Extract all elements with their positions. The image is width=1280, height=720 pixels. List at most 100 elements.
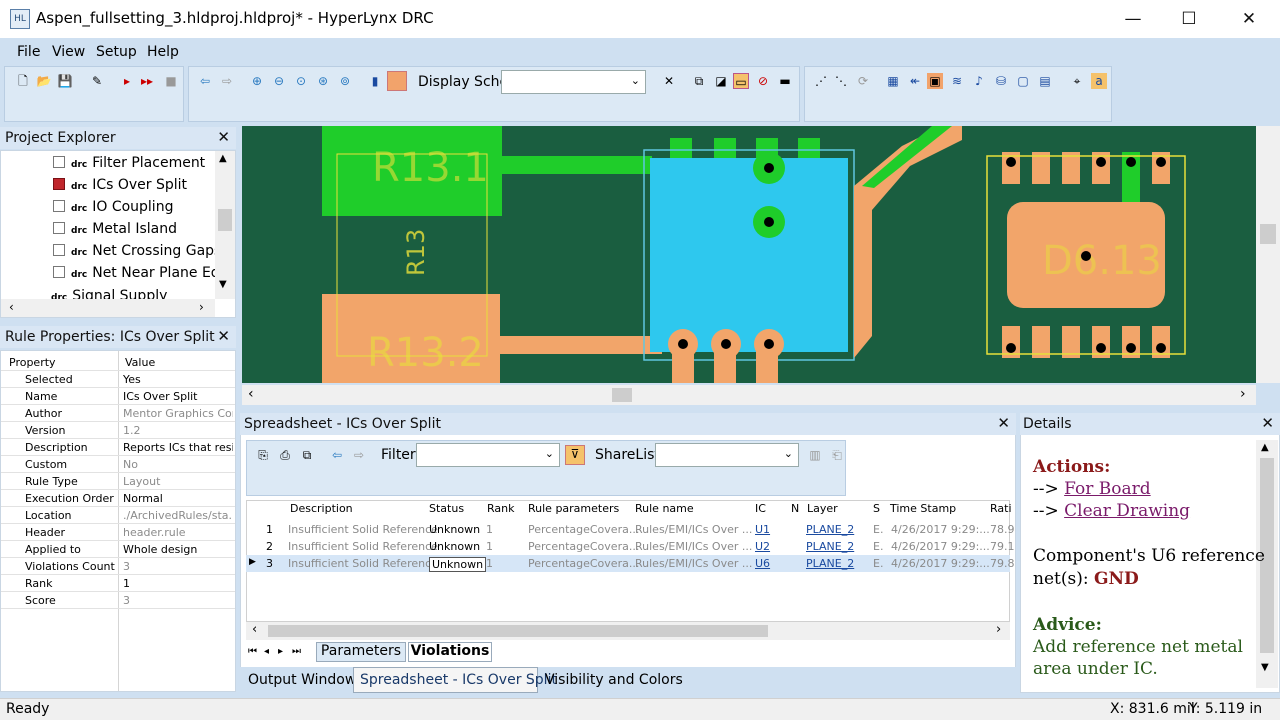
property-row[interactable]: Applied to Whole design [1, 541, 235, 558]
property-row[interactable]: Selected Yes [1, 371, 235, 388]
tab-spreadsheet-active[interactable]: Spreadsheet - ICs Over Split [353, 667, 557, 693]
cell-ic[interactable]: U1 [755, 523, 770, 536]
tree-item-net-near-plane-edge[interactable]: drc Net Near Plane Edg [53, 265, 229, 287]
tab-violations[interactable]: Violations [408, 642, 492, 662]
checkbox[interactable] [53, 222, 65, 234]
scroll-left-icon[interactable]: ‹ [9, 300, 14, 314]
checkbox[interactable] [53, 156, 65, 168]
property-value[interactable]: 3 [123, 594, 233, 607]
zoom-area-icon[interactable]: ⊛ [315, 73, 331, 89]
property-row[interactable]: Location ./ArchivedRules/sta... [1, 507, 235, 524]
grid-horizontal-scrollbar[interactable]: ‹ › [246, 622, 1010, 640]
property-value[interactable]: ICs Over Split [123, 390, 233, 403]
property-value[interactable]: header.rule [123, 526, 233, 539]
crosshair-icon[interactable]: ⌖ [1069, 73, 1085, 89]
column-header[interactable]: Description [290, 502, 353, 520]
pads-icon[interactable]: ▣ [927, 73, 943, 89]
planes-icon[interactable]: ▤ [1037, 73, 1053, 89]
pcb-canvas[interactable]: R13.1 R13 R13.2 D6.13 [242, 126, 1256, 383]
property-row[interactable]: Custom No [1, 456, 235, 473]
column-header[interactable]: IC [755, 502, 766, 520]
column-header[interactable]: Layer [807, 502, 838, 520]
pcb-drawing[interactable]: R13.1 R13 R13.2 D6.13 [242, 126, 1256, 383]
board-outline-icon[interactable]: ▢ [1015, 73, 1031, 89]
column-header[interactable]: Rule name [635, 502, 694, 520]
open-folder-icon[interactable]: 📂 [36, 73, 52, 89]
checkbox[interactable] [53, 244, 65, 256]
table-row[interactable]: 2 Insufficient Solid Reference Unknown 1 Per… [246, 538, 1015, 555]
prev-sheet-icon[interactable]: ◂ [264, 646, 269, 657]
scroll-thumb[interactable] [612, 388, 632, 402]
property-row[interactable]: Violations Count 3 [1, 558, 235, 575]
property-value[interactable]: No [123, 458, 233, 471]
column-header[interactable]: Status [429, 502, 464, 520]
canvas-horizontal-scrollbar[interactable]: ‹ › [242, 385, 1256, 405]
horizontal-scrollbar[interactable]: ‹ › [1, 299, 215, 317]
checkbox[interactable] [53, 266, 65, 278]
book-icon[interactable]: ▮ [367, 73, 383, 89]
property-value[interactable]: 1.2 [123, 424, 233, 437]
table-row[interactable]: 1 Insufficient Solid Reference Unknown 1 Per… [246, 521, 1015, 538]
property-row[interactable]: Rule Type Layout [1, 473, 235, 490]
run-icon[interactable]: ▸ [119, 73, 135, 89]
tree-item-metal-island[interactable]: drc Metal Island [53, 221, 177, 243]
for-board-link[interactable]: For Board [1064, 479, 1151, 499]
checkbox-checked[interactable] [53, 178, 65, 190]
scroll-down-icon[interactable]: ▼ [1261, 662, 1269, 673]
cell-ic[interactable]: U6 [755, 557, 770, 570]
close-button[interactable]: ✕ [1226, 5, 1272, 33]
property-row[interactable]: Version 1.2 [1, 422, 235, 439]
new-file-icon[interactable]: 🗋 [15, 73, 31, 89]
filter-select-icon[interactable]: ⋱ [833, 73, 849, 89]
save-icon[interactable]: 💾 [57, 73, 73, 89]
stop-icon[interactable]: ■ [163, 73, 179, 89]
tab-parameters[interactable]: Parameters [316, 642, 406, 662]
comment-icon[interactable]: ▭ [733, 73, 749, 89]
close-icon[interactable]: ✕ [997, 414, 1010, 432]
property-value[interactable]: Mentor Graphics Corp. [123, 407, 233, 420]
funnel-icon[interactable]: ⊽ [565, 445, 585, 465]
property-value[interactable]: 1 [123, 577, 233, 590]
property-value[interactable]: Whole design [123, 543, 233, 556]
property-row[interactable]: Score 3 [1, 592, 235, 609]
scroll-left-icon[interactable]: ‹ [248, 386, 254, 402]
select-layers-icon[interactable]: ⋰ [813, 73, 829, 89]
scroll-right-icon[interactable]: › [1240, 386, 1246, 402]
grid-icon[interactable] [387, 71, 407, 91]
back-arrow-icon[interactable]: ⇦ [329, 447, 345, 463]
print-icon[interactable]: ⎙ [277, 447, 293, 463]
refresh-icon[interactable]: ⟳ [855, 73, 871, 89]
forward-arrow-icon[interactable]: ⇨ [219, 73, 235, 89]
property-row[interactable]: Execution Order Normal [1, 490, 235, 507]
bookmark-icon[interactable]: ▥ [807, 447, 823, 463]
zoom-out-icon[interactable]: ⊖ [271, 73, 287, 89]
stackup-icon[interactable]: ⛁ [993, 73, 1009, 89]
tree-item-ics-over-split[interactable]: drc ICs Over Split [53, 177, 187, 199]
scroll-right-icon[interactable]: › [996, 622, 1001, 637]
menu-file[interactable]: File [17, 44, 40, 60]
scroll-up-icon[interactable]: ▲ [1261, 442, 1269, 453]
close-icon[interactable]: ✕ [217, 327, 230, 345]
close-icon[interactable]: ✕ [1261, 414, 1274, 432]
property-row[interactable]: Header header.rule [1, 524, 235, 541]
filter-select[interactable]: ⌄ [416, 443, 560, 467]
tree-item-net-crossing-gaps[interactable]: drc Net Crossing Gaps [53, 243, 221, 265]
component-icon[interactable]: ▦ [885, 73, 901, 89]
menu-view[interactable]: View [52, 44, 85, 60]
sharelist-select[interactable]: ⌄ [655, 443, 799, 467]
next-sheet-icon[interactable]: ▸ [278, 646, 283, 657]
column-header[interactable]: Rank [487, 502, 514, 520]
first-sheet-icon[interactable]: ⏮ [248, 646, 257, 657]
tree-item-io-coupling[interactable]: drc IO Coupling [53, 199, 173, 221]
cell-layer[interactable]: PLANE_2 [806, 540, 854, 553]
scroll-thumb[interactable] [1260, 224, 1276, 244]
scroll-thumb[interactable] [218, 209, 232, 231]
text-label-icon[interactable]: a [1091, 73, 1107, 89]
scroll-right-icon[interactable]: › [199, 300, 204, 314]
display-scheme-select[interactable]: ⌄ [501, 70, 646, 94]
cell-ic[interactable]: U2 [755, 540, 770, 553]
cross-select-icon[interactable]: ✕ [661, 73, 677, 89]
column-header[interactable]: N [791, 502, 799, 520]
highlight-icon[interactable]: ◪ [713, 73, 729, 89]
traces-icon[interactable]: ≋ [949, 73, 965, 89]
